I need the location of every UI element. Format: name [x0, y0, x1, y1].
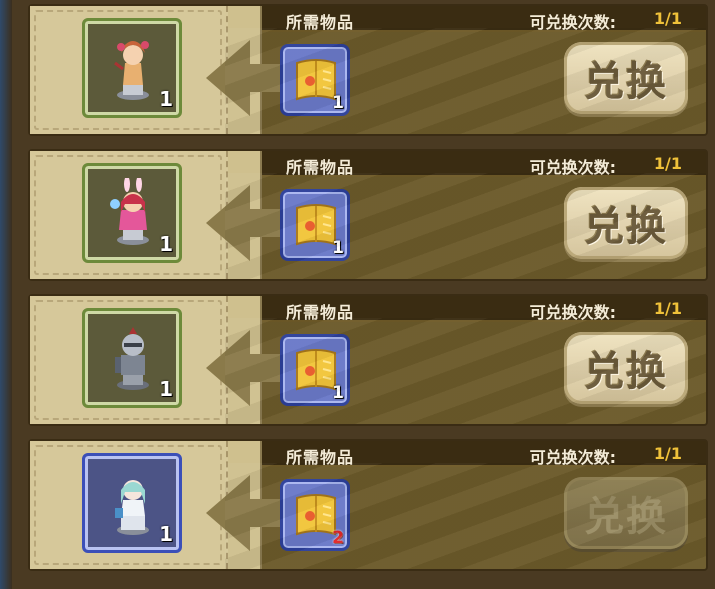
bunny-girl-figure-icon	[110, 178, 149, 245]
required-items-label: 所需物品	[286, 158, 355, 177]
cost-item-slot[interactable]: 1	[280, 334, 350, 406]
reward-slot[interactable]: 1	[82, 453, 182, 553]
exchange-row: 1 所需物品 可兑换次数: 1/1 2 兑换	[28, 439, 708, 571]
exchange-count-value: 1/1	[653, 9, 682, 28]
arrow-left-icon	[206, 330, 250, 406]
exchange-count-label: 可兑换次数:	[529, 303, 616, 322]
exchange-count-label: 可兑换次数:	[529, 13, 616, 32]
cost-quantity: 1	[332, 383, 344, 403]
arrow-left-icon	[206, 40, 250, 116]
cost-quantity-insufficient: 2	[332, 528, 344, 548]
row-header: 所需物品 可兑换次数: 1/1	[262, 6, 706, 32]
reward-slot[interactable]: 1	[82, 308, 182, 408]
reward-panel: 1	[30, 6, 228, 134]
row-header: 所需物品 可兑换次数: 1/1	[262, 441, 706, 467]
exchange-row: 1 所需物品 可兑换次数: 1/1 1 兑换	[28, 4, 708, 136]
exchange-count-value: 1/1	[653, 154, 682, 173]
cost-item-slot[interactable]: 1	[280, 44, 350, 116]
screen-edge	[0, 0, 12, 589]
exchange-count-label: 可兑换次数:	[529, 158, 616, 177]
required-items-label: 所需物品	[286, 448, 355, 467]
row-header: 所需物品 可兑换次数: 1/1	[262, 296, 706, 322]
reward-slot[interactable]: 1	[82, 163, 182, 263]
row-header: 所需物品 可兑换次数: 1/1	[262, 151, 706, 177]
maid-bot-figure-icon	[115, 480, 149, 535]
exchange-button[interactable]: 兑换	[564, 187, 688, 259]
reward-quantity: 1	[159, 87, 173, 111]
cost-item-slot[interactable]: 1	[280, 189, 350, 261]
arrow-left-icon	[206, 475, 250, 551]
reward-panel: 1	[30, 296, 228, 424]
exchange-count-value: 1/1	[653, 299, 682, 318]
exchange-button[interactable]: 兑换	[564, 332, 688, 404]
required-items-label: 所需物品	[286, 303, 355, 322]
exchange-list: 1 所需物品 可兑换次数: 1/1 1 兑换 1 所需物品 可兑换次数: 1/1…	[14, 0, 715, 589]
reward-panel: 1	[30, 441, 228, 569]
knight-figure-icon	[115, 327, 149, 390]
exchange-button[interactable]: 兑换	[564, 42, 688, 114]
robot-girl-figure-icon	[114, 41, 149, 100]
reward-panel: 1	[30, 151, 228, 279]
arrow-stem	[248, 354, 284, 382]
reward-quantity: 1	[159, 522, 173, 546]
exchange-button-disabled[interactable]: 兑换	[564, 477, 688, 549]
arrow-stem	[248, 209, 284, 237]
required-items-label: 所需物品	[286, 13, 355, 32]
cost-item-slot[interactable]: 2	[280, 479, 350, 551]
exchange-count-label: 可兑换次数:	[529, 448, 616, 467]
reward-quantity: 1	[159, 377, 173, 401]
arrow-stem	[248, 499, 284, 527]
exchange-row: 1 所需物品 可兑换次数: 1/1 1 兑换	[28, 149, 708, 281]
arrow-left-icon	[206, 185, 250, 261]
cost-quantity: 1	[332, 93, 344, 113]
arrow-stem	[248, 64, 284, 92]
exchange-count-value: 1/1	[653, 444, 682, 463]
reward-quantity: 1	[159, 232, 173, 256]
cost-quantity: 1	[332, 238, 344, 258]
reward-slot[interactable]: 1	[82, 18, 182, 118]
exchange-row: 1 所需物品 可兑换次数: 1/1 1 兑换	[28, 294, 708, 426]
